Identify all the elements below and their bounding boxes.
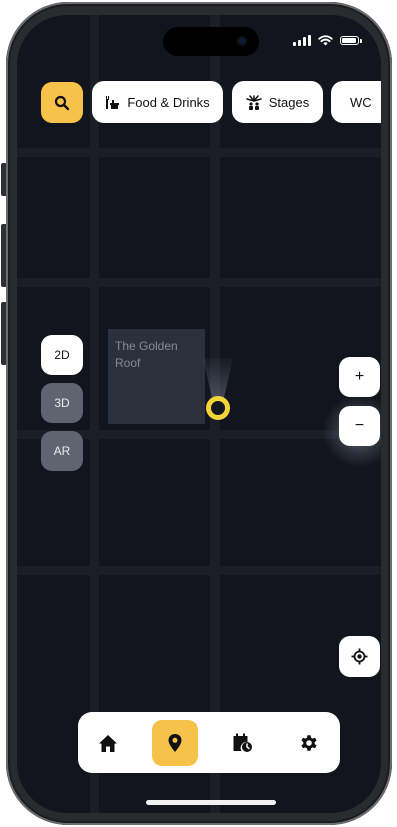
filter-chip-food-drinks[interactable]: Food & Drinks — [92, 81, 223, 123]
view-mode-label: 3D — [54, 396, 70, 410]
home-icon — [99, 734, 117, 752]
view-mode-label: AR — [53, 444, 71, 458]
tab-home[interactable] — [85, 720, 131, 766]
food-drinks-icon — [106, 95, 120, 109]
locate-icon — [351, 648, 368, 665]
dynamic-island — [163, 27, 259, 56]
schedule-icon — [233, 733, 252, 752]
view-mode-label: 2D — [54, 348, 70, 362]
user-location-marker — [206, 396, 230, 420]
map-road — [17, 148, 381, 157]
home-indicator — [146, 800, 276, 805]
view-mode-3d-button[interactable]: 3D — [41, 383, 83, 423]
filter-chip-stages[interactable]: Stages — [232, 81, 323, 123]
map-building[interactable]: The Golden Roof — [108, 329, 205, 424]
search-icon — [54, 95, 70, 110]
tab-settings[interactable] — [286, 720, 332, 766]
zoom-out-button[interactable]: − — [339, 406, 380, 446]
filter-chip-label: WC — [350, 94, 372, 110]
map-road — [90, 15, 99, 813]
view-mode-ar-button[interactable]: AR — [41, 431, 83, 471]
status-bar — [293, 35, 362, 46]
zoom-in-button[interactable]: + — [339, 357, 380, 397]
locate-me-button[interactable] — [339, 636, 380, 677]
signal-icon — [293, 35, 311, 46]
map-road — [17, 566, 381, 575]
zoom-in-label: + — [354, 368, 365, 385]
tab-map[interactable] — [152, 720, 198, 766]
battery-icon — [340, 36, 362, 45]
filter-chip-label: Stages — [268, 94, 310, 110]
search-button[interactable] — [41, 82, 83, 123]
bottom-tab-bar — [78, 712, 340, 773]
zoom-out-label: − — [354, 417, 365, 434]
stages-icon — [246, 94, 262, 110]
gear-icon — [301, 735, 317, 751]
map-pin-icon — [168, 734, 182, 752]
tab-schedule[interactable] — [219, 720, 265, 766]
filter-chip-label: Food & Drinks — [127, 94, 210, 110]
wifi-icon — [318, 35, 333, 46]
view-mode-2d-button[interactable]: 2D — [41, 335, 83, 375]
filter-chip-wc[interactable]: WC — [331, 81, 381, 123]
map-road — [17, 278, 381, 287]
building-label: The Golden Roof — [115, 339, 178, 370]
camera-icon — [237, 36, 247, 46]
app-screen: Food & Drinks Stages WC The Golden Roof … — [17, 15, 381, 813]
